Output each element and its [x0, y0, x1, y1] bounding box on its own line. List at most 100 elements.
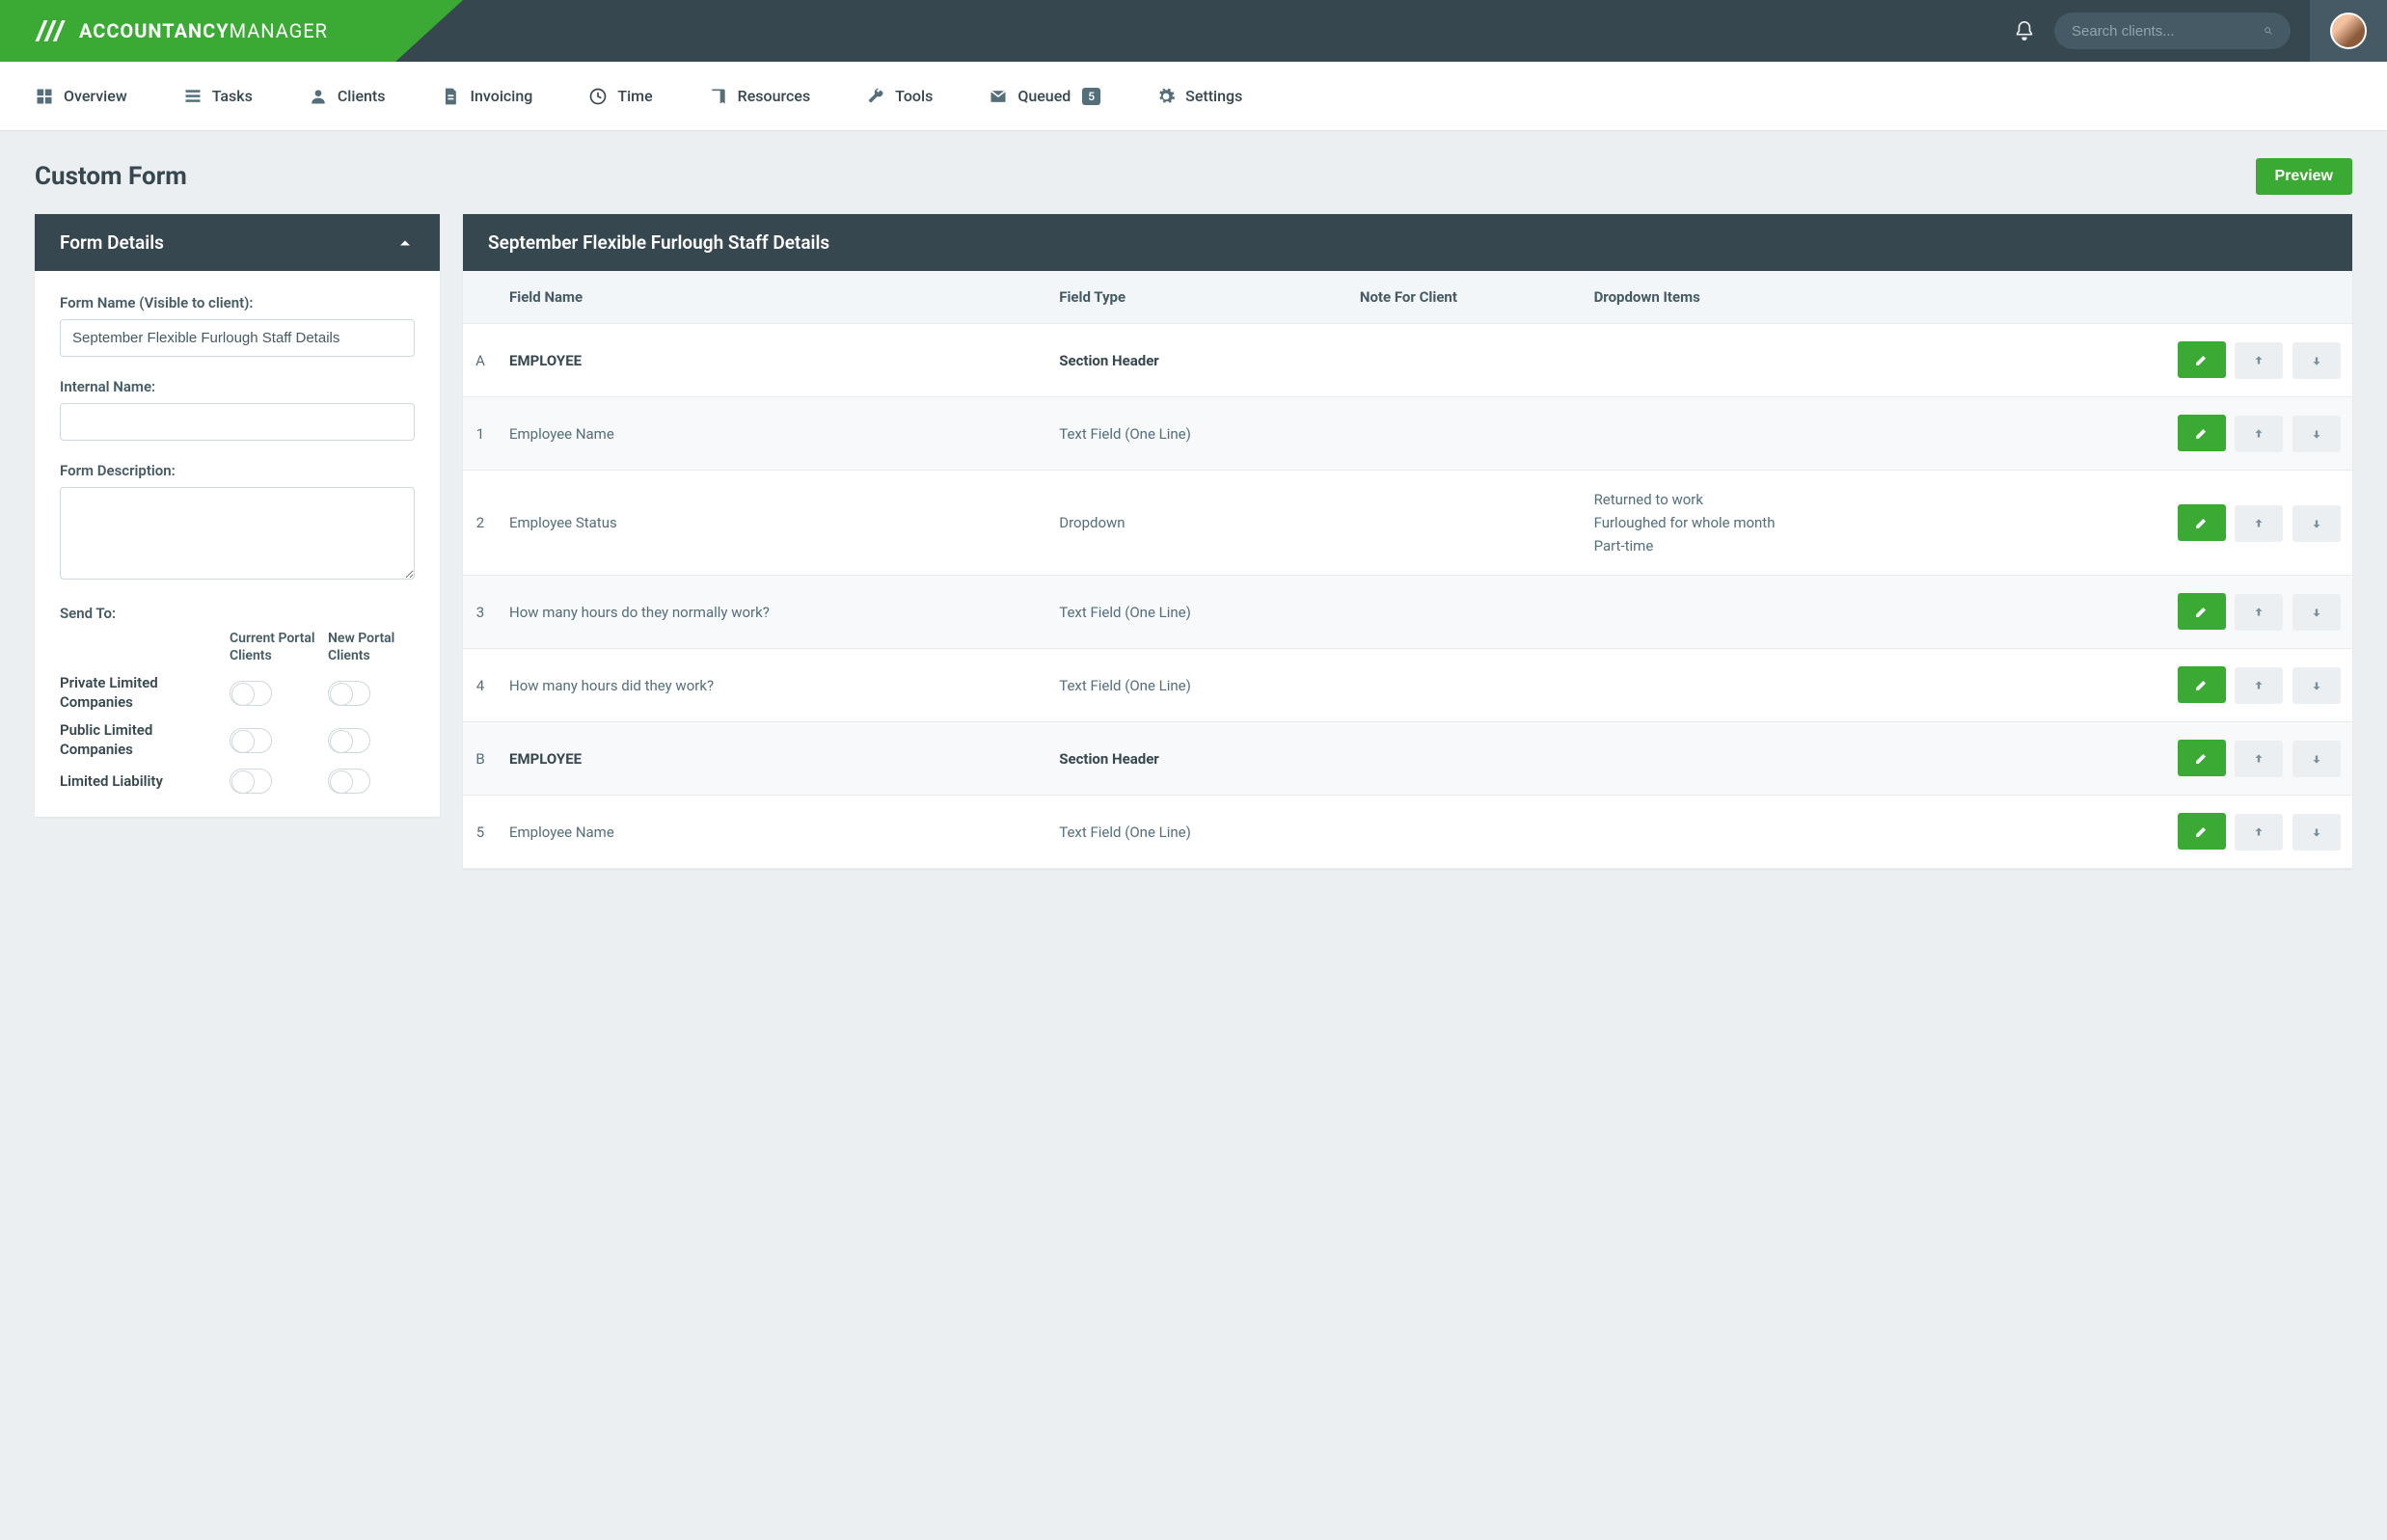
form-name-input[interactable] — [60, 319, 415, 357]
field-type: Text Field (One Line) — [1047, 397, 1348, 471]
arrow-down-icon — [2310, 427, 2323, 441]
field-name: EMPLOYEE — [498, 722, 1047, 796]
brand-text: ACCOUNTANCYMANAGER — [79, 19, 328, 42]
mail-icon — [989, 87, 1008, 106]
arrow-up-icon — [2252, 825, 2265, 839]
toggle-new[interactable] — [328, 728, 370, 753]
table-row: 5 Employee Name Text Field (One Line) — [463, 796, 2352, 869]
form-details-header: Form Details — [60, 231, 164, 254]
pencil-icon — [2194, 425, 2210, 441]
avatar — [2330, 13, 2367, 49]
sendto-row-label: Public Limited Companies — [60, 721, 218, 759]
field-note — [1348, 649, 1583, 722]
move-down-button[interactable] — [2292, 741, 2341, 777]
send-to-label: Send To: — [60, 605, 415, 622]
field-name: How many hours do they normally work? — [498, 576, 1047, 649]
field-name: How many hours did they work? — [498, 649, 1047, 722]
search-input[interactable] — [2072, 23, 2264, 40]
nav-resources[interactable]: Resources — [709, 87, 811, 106]
edit-button[interactable] — [2178, 415, 2226, 451]
edit-button[interactable] — [2178, 593, 2226, 630]
edit-button[interactable] — [2178, 666, 2226, 703]
arrow-up-icon — [2252, 517, 2265, 530]
nav-label: Time — [617, 87, 652, 105]
move-down-button[interactable] — [2292, 667, 2341, 704]
arrow-up-icon — [2252, 679, 2265, 692]
person-icon — [309, 87, 328, 106]
table-row: 2 Employee Status Dropdown Returned to w… — [463, 471, 2352, 576]
arrow-down-icon — [2310, 517, 2323, 530]
table-head: Field Name — [498, 271, 1047, 324]
nav-label: Tasks — [212, 87, 253, 105]
toggle-current[interactable] — [230, 728, 272, 753]
move-up-button[interactable] — [2235, 814, 2283, 851]
book-icon — [709, 87, 728, 106]
move-down-button[interactable] — [2292, 342, 2341, 379]
row-index: 1 — [463, 397, 498, 471]
nav-tasks[interactable]: Tasks — [183, 87, 253, 106]
collapse-icon[interactable] — [395, 233, 415, 253]
move-down-button[interactable] — [2292, 814, 2341, 851]
dropdown-item: Part-time — [1594, 534, 1967, 557]
clock-icon — [588, 87, 608, 106]
nav-settings[interactable]: Settings — [1156, 87, 1242, 106]
field-type: Dropdown — [1047, 471, 1348, 576]
arrow-up-icon — [2252, 606, 2265, 619]
toggle-new[interactable] — [328, 769, 370, 794]
move-down-button[interactable] — [2292, 416, 2341, 452]
search-box[interactable] — [2054, 13, 2291, 49]
user-menu[interactable] — [2310, 0, 2387, 62]
notifications-icon[interactable] — [2014, 20, 2035, 41]
move-up-button[interactable] — [2235, 667, 2283, 704]
nav-queued[interactable]: Queued5 — [989, 87, 1100, 106]
edit-button[interactable] — [2178, 504, 2226, 541]
move-up-button[interactable] — [2235, 741, 2283, 777]
row-index: 2 — [463, 471, 498, 576]
brand[interactable]: ACCOUNTANCYMANAGER — [0, 0, 463, 62]
row-index: 5 — [463, 796, 498, 869]
nav-invoicing[interactable]: Invoicing — [441, 87, 532, 106]
pencil-icon — [2194, 352, 2210, 367]
form-description-label: Form Description: — [60, 462, 415, 479]
nav-clients[interactable]: Clients — [309, 87, 386, 106]
nav-overview[interactable]: Overview — [35, 87, 127, 106]
field-type: Text Field (One Line) — [1047, 649, 1348, 722]
move-up-button[interactable] — [2235, 416, 2283, 452]
form-description-input[interactable] — [60, 487, 415, 580]
move-up-button[interactable] — [2235, 342, 2283, 379]
table-head — [1979, 271, 2352, 324]
preview-button[interactable]: Preview — [2256, 158, 2352, 195]
search-icon — [2264, 23, 2273, 39]
nav-time[interactable]: Time — [588, 87, 652, 106]
field-dropdown-items — [1583, 796, 1979, 869]
field-dropdown-items — [1583, 649, 1979, 722]
field-note — [1348, 576, 1583, 649]
pencil-icon — [2194, 604, 2210, 619]
move-up-button[interactable] — [2235, 594, 2283, 631]
fields-table: Field NameField TypeNote For ClientDropd… — [463, 271, 2352, 869]
arrow-down-icon — [2310, 752, 2323, 766]
move-down-button[interactable] — [2292, 594, 2341, 631]
field-name: Employee Name — [498, 796, 1047, 869]
edit-button[interactable] — [2178, 813, 2226, 850]
toggle-current[interactable] — [230, 769, 272, 794]
nav-tools[interactable]: Tools — [866, 87, 933, 106]
table-head: Dropdown Items — [1583, 271, 1979, 324]
table-head — [463, 271, 498, 324]
move-up-button[interactable] — [2235, 505, 2283, 542]
nav-label: Clients — [338, 87, 386, 105]
field-name: EMPLOYEE — [498, 324, 1047, 397]
internal-name-input[interactable] — [60, 403, 415, 441]
toggle-new[interactable] — [328, 681, 370, 706]
edit-button[interactable] — [2178, 341, 2226, 378]
field-note — [1348, 722, 1583, 796]
fields-panel: September Flexible Furlough Staff Detail… — [463, 214, 2352, 869]
internal-name-label: Internal Name: — [60, 378, 415, 395]
field-name: Employee Name — [498, 397, 1047, 471]
toggle-current[interactable] — [230, 681, 272, 706]
field-dropdown-items — [1583, 324, 1979, 397]
row-index: A — [463, 324, 498, 397]
edit-button[interactable] — [2178, 740, 2226, 776]
move-down-button[interactable] — [2292, 505, 2341, 542]
field-dropdown-items: Returned to workFurloughed for whole mon… — [1583, 471, 1979, 576]
